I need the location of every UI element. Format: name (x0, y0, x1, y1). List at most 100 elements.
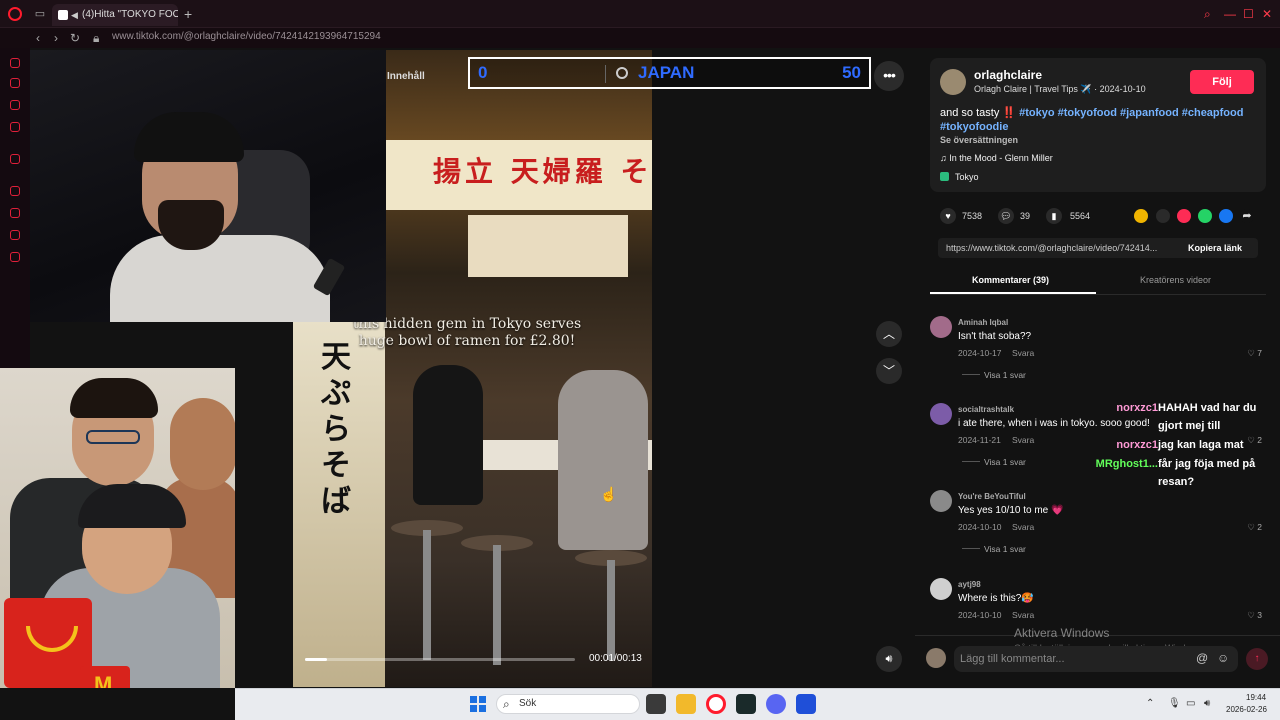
stool-pole (423, 530, 431, 660)
file-explorer-icon[interactable] (676, 694, 696, 714)
microphone-icon[interactable]: 🎙︎ (1168, 698, 1181, 709)
task-view-icon[interactable] (646, 694, 666, 714)
discord-icon[interactable] (766, 694, 786, 714)
opera-gx-icon[interactable] (706, 694, 726, 714)
browser-tab[interactable]: ◀ (4)Hitta "TOKYO FOOD (52, 4, 178, 26)
sidebar-item-icon[interactable] (10, 58, 20, 68)
video-progress-bar[interactable] (305, 658, 575, 661)
twitch-icon[interactable] (10, 154, 20, 164)
chat-text: jag kan laga mat (1158, 439, 1244, 451)
emoji-icon[interactable]: ☺ (1217, 651, 1229, 665)
commenter-name[interactable]: socialtrashtalk (958, 405, 1014, 414)
more-options-button[interactable]: ••• (874, 61, 904, 91)
reply-button[interactable]: Svara (1012, 522, 1034, 532)
stool-pole (607, 560, 615, 660)
search-icon[interactable] (616, 67, 628, 79)
hashtag-link[interactable]: #tokyo (1019, 107, 1054, 119)
reply-button[interactable]: Svara (1012, 610, 1034, 620)
comment-text: Yes yes 10/10 to me 💗 (958, 505, 1064, 516)
location-label: Tokyo (955, 172, 979, 182)
comment-text: Isn't that soba?? (958, 331, 1032, 342)
stream-chat-overlay: norxzc1 HAHAH vad har du gjort mej till … (1058, 196, 1264, 490)
mention-icon[interactable]: @ (1196, 651, 1208, 665)
lock-icon: 🔒︎ (93, 31, 100, 45)
hashtag-link[interactable]: #japanfood (1120, 107, 1179, 119)
app-icon[interactable] (736, 694, 756, 714)
commenter-name[interactable]: You're BeYouTiful (958, 492, 1026, 501)
close-button[interactable]: ✕ (1262, 7, 1272, 21)
diner-man (558, 370, 648, 550)
opera-logo-icon[interactable] (8, 7, 22, 21)
taskbar-search[interactable]: Sök (496, 694, 640, 714)
taskbar-date[interactable]: 2026-02-26 (1226, 705, 1267, 714)
sidebar-item-icon[interactable] (10, 186, 20, 196)
comment-item: aytj98 Where is this?🥵 2024-10-10 Svara … (930, 578, 1266, 628)
tab-comments[interactable]: Kommentarer (39) (972, 275, 1049, 285)
maximize-button[interactable]: ☐ (1243, 7, 1254, 21)
reply-button[interactable]: Svara (1012, 348, 1034, 358)
comment-date: 2024-10-10 (958, 522, 1002, 532)
show-replies-button[interactable]: Visa 1 svar (962, 457, 1026, 467)
translate-link[interactable]: Se översättningen (940, 135, 1018, 145)
author-username[interactable]: orlaghclaire (974, 68, 1042, 82)
music-link[interactable]: ♫ In the Mood - Glenn Miller (940, 153, 1053, 163)
comment-date: 2024-11-21 (958, 435, 1001, 445)
url-field[interactable]: www.tiktok.com/@orlaghclaire/video/74241… (112, 31, 381, 42)
tray-chevron-icon[interactable]: ⌃ (1146, 698, 1154, 709)
webcam-overlay (30, 50, 386, 322)
new-tab-button[interactable]: + (184, 6, 192, 22)
network-icon[interactable]: ▭ (1186, 698, 1195, 709)
fries (80, 666, 130, 688)
vertical-sign-text: 天ぷらそば (321, 340, 351, 519)
content-label[interactable]: Innehåll (387, 71, 425, 82)
comment-date: 2024-10-10 (958, 610, 1002, 620)
volume-button[interactable]: 🔊︎ (876, 646, 902, 672)
comment-like[interactable]: ♡ 2 (1247, 522, 1262, 533)
windows-taskbar (235, 688, 1280, 720)
show-replies-button[interactable]: Visa 1 svar (962, 544, 1026, 554)
like-icon[interactable]: ♥ (940, 208, 956, 224)
location-tag[interactable]: Tokyo (940, 172, 979, 182)
commenter-name[interactable]: Aminah Iqbal (958, 318, 1008, 327)
hashtag-link[interactable]: #tokyofood (1058, 107, 1117, 119)
sidebar-item-icon[interactable] (10, 78, 20, 88)
hashtag-link[interactable]: #cheapfood (1182, 107, 1244, 119)
volume-icon[interactable]: 🔊︎ (1204, 698, 1210, 709)
app-icon[interactable] (796, 694, 816, 714)
minimize-button[interactable]: — (1224, 7, 1236, 21)
follow-button[interactable]: Följ (1190, 70, 1254, 94)
reload-icon[interactable]: ↻ (70, 31, 80, 45)
reply-button[interactable]: Svara (1012, 435, 1034, 445)
search-icon[interactable]: ⌕ (1204, 7, 1211, 21)
back-icon[interactable]: ‹ (36, 31, 40, 45)
streamer-cap (134, 112, 244, 162)
previous-video-button[interactable]: ︿ (876, 321, 902, 347)
taskbar-time[interactable]: 19:44 (1246, 693, 1266, 702)
sidebar-item-icon[interactable] (10, 230, 20, 240)
chat-text: får jag föja med på resan? (1158, 458, 1256, 488)
hashtag-link[interactable]: #tokyofoodie (940, 121, 1008, 133)
comment-like[interactable]: ♡ 3 (1247, 610, 1262, 621)
comment-icon[interactable]: 💬︎ (998, 208, 1014, 224)
chat-text: HAHAH vad har du gjort mej till (1158, 402, 1257, 432)
start-button[interactable] (470, 696, 486, 712)
commenter-name[interactable]: aytj98 (958, 580, 981, 589)
sidebar-item-icon[interactable] (10, 122, 20, 132)
tiktok-favicon-icon (58, 10, 68, 20)
show-replies-button[interactable]: Visa 1 svar (962, 370, 1026, 380)
next-video-button[interactable]: ﹀ (876, 358, 902, 384)
commenter-avatar[interactable] (930, 490, 952, 512)
commenter-avatar[interactable] (930, 403, 952, 425)
settings-icon[interactable] (10, 252, 20, 262)
windows-watermark-title: Aktivera Windows (1014, 626, 1110, 640)
sidebar-item-icon[interactable] (10, 100, 20, 110)
speaker-icon[interactable]: ◀ (71, 4, 78, 26)
tab-manager-icon[interactable]: ▭ (34, 8, 46, 20)
forward-icon[interactable]: › (54, 31, 58, 45)
happy-meal-box (4, 598, 92, 688)
commenter-avatar[interactable] (930, 316, 952, 338)
sidebar-item-icon[interactable] (10, 208, 20, 218)
send-comment-button[interactable]: ↑ (1246, 648, 1268, 670)
commenter-avatar[interactable] (930, 578, 952, 600)
author-avatar[interactable] (940, 69, 966, 95)
